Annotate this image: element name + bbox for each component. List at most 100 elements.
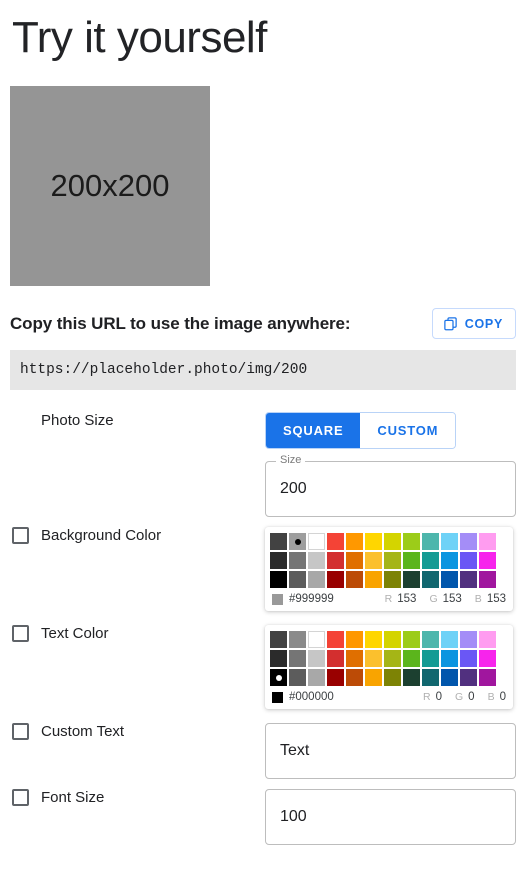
background-color-swatch[interactable]: [365, 533, 382, 550]
background-color-swatch[interactable]: [441, 552, 458, 569]
text-color-checkbox[interactable]: [12, 625, 29, 642]
text-color-swatch[interactable]: [289, 631, 306, 648]
toggle-custom[interactable]: CUSTOM: [360, 413, 456, 448]
text-color-swatch[interactable]: [346, 650, 363, 667]
text-color-swatch[interactable]: [270, 650, 287, 667]
text-color-swatch[interactable]: [422, 631, 439, 648]
text-color-swatch[interactable]: [460, 669, 477, 686]
custom-text-checkbox[interactable]: [12, 723, 29, 740]
background-color-swatch[interactable]: [327, 571, 344, 588]
background-color-swatch[interactable]: [460, 552, 477, 569]
background-color-swatch[interactable]: [289, 571, 306, 588]
font-size-checkbox[interactable]: [12, 789, 29, 806]
toggle-square[interactable]: SQUARE: [266, 413, 361, 448]
background-color-swatch[interactable]: [441, 571, 458, 588]
size-field[interactable]: Size 200: [265, 455, 516, 517]
background-color-checkbox[interactable]: [12, 527, 29, 544]
background-color-swatch[interactable]: [308, 533, 325, 550]
background-color-swatch[interactable]: [422, 552, 439, 569]
background-color-swatch[interactable]: [270, 533, 287, 550]
text-color-swatch[interactable]: [289, 650, 306, 667]
text-color-swatch[interactable]: [460, 631, 477, 648]
text-color-swatch[interactable]: [346, 631, 363, 648]
text-color-swatch[interactable]: [270, 669, 287, 686]
background-color-swatch[interactable]: [460, 533, 477, 550]
font-size-field[interactable]: 100: [265, 789, 516, 845]
text-color-swatch[interactable]: [289, 669, 306, 686]
background-color-swatch[interactable]: [479, 552, 496, 569]
text-color-swatch[interactable]: [327, 631, 344, 648]
text-color-swatch[interactable]: [327, 669, 344, 686]
text-color-swatch[interactable]: [479, 631, 496, 648]
image-url-text[interactable]: https://placeholder.photo/img/200: [10, 350, 516, 390]
text-color-swatch[interactable]: [308, 669, 325, 686]
background-color-swatch[interactable]: [403, 571, 420, 588]
row-background-color: Background Color #999999 R 153 G 153 B 1…: [10, 527, 516, 625]
text-color-label: Text Color: [41, 625, 109, 642]
text-color-swatch[interactable]: [403, 631, 420, 648]
background-color-swatch[interactable]: [384, 552, 401, 569]
text-color-swatch[interactable]: [365, 669, 382, 686]
text-color-swatch[interactable]: [422, 650, 439, 667]
text-color-swatch[interactable]: [384, 669, 401, 686]
text-color-picker[interactable]: #000000 R 0 G 0 B 0: [265, 625, 513, 709]
text-color-swatch[interactable]: [327, 650, 344, 667]
custom-text-label: Custom Text: [41, 723, 125, 740]
background-color-swatch[interactable]: [403, 552, 420, 569]
text-color-swatch[interactable]: [441, 631, 458, 648]
background-color-swatch[interactable]: [346, 552, 363, 569]
text-color-swatch[interactable]: [441, 669, 458, 686]
text-color-swatch[interactable]: [308, 631, 325, 648]
background-color-swatch[interactable]: [270, 552, 287, 569]
background-color-swatch[interactable]: [384, 571, 401, 588]
text-color-left: Text Color: [10, 625, 265, 642]
background-color-swatch[interactable]: [403, 533, 420, 550]
background-color-swatch[interactable]: [365, 552, 382, 569]
background-color-swatch[interactable]: [289, 533, 306, 550]
text-color-swatch[interactable]: [365, 650, 382, 667]
text-color-swatch[interactable]: [384, 650, 401, 667]
custom-text-field[interactable]: Text: [265, 723, 516, 779]
text-color-swatch[interactable]: [460, 650, 477, 667]
background-color-swatch[interactable]: [422, 533, 439, 550]
background-color-swatch[interactable]: [460, 571, 477, 588]
background-color-swatch[interactable]: [270, 571, 287, 588]
background-color-swatch[interactable]: [346, 571, 363, 588]
text-g-key: G: [455, 691, 464, 703]
text-color-swatch[interactable]: [479, 669, 496, 686]
background-color-swatch[interactable]: [346, 533, 363, 550]
background-color-g: G 153: [429, 593, 461, 605]
background-color-swatch[interactable]: [308, 571, 325, 588]
background-color-swatch[interactable]: [479, 533, 496, 550]
row-text-color: Text Color #000000 R 0 G 0 B 0: [10, 625, 516, 723]
text-color-swatch[interactable]: [403, 669, 420, 686]
text-color-swatch[interactable]: [365, 631, 382, 648]
background-color-swatch[interactable]: [289, 552, 306, 569]
background-color-left: Background Color: [10, 527, 265, 544]
background-color-swatch[interactable]: [327, 533, 344, 550]
text-color-swatch[interactable]: [422, 669, 439, 686]
font-size-controls: 100: [265, 789, 516, 855]
background-color-swatch[interactable]: [308, 552, 325, 569]
background-color-swatch[interactable]: [384, 533, 401, 550]
background-color-swatch[interactable]: [365, 571, 382, 588]
background-color-swatch[interactable]: [327, 552, 344, 569]
text-r-value: 0: [435, 691, 442, 703]
font-size-input[interactable]: 100: [280, 808, 307, 826]
text-color-swatch[interactable]: [308, 650, 325, 667]
background-color-swatch-row: [270, 533, 508, 550]
text-color-swatch[interactable]: [441, 650, 458, 667]
text-color-readout: #000000 R 0 G 0 B 0: [270, 691, 508, 705]
background-color-swatch[interactable]: [422, 571, 439, 588]
copy-button[interactable]: COPY: [431, 308, 516, 339]
text-color-swatch[interactable]: [384, 631, 401, 648]
text-color-swatch[interactable]: [346, 669, 363, 686]
custom-text-input[interactable]: Text: [280, 742, 309, 760]
text-color-swatch[interactable]: [403, 650, 420, 667]
size-input[interactable]: 200: [280, 480, 307, 498]
background-color-swatch[interactable]: [441, 533, 458, 550]
background-color-picker[interactable]: #999999 R 153 G 153 B 153: [265, 527, 513, 611]
background-color-swatch[interactable]: [479, 571, 496, 588]
text-color-swatch[interactable]: [270, 631, 287, 648]
text-color-swatch[interactable]: [479, 650, 496, 667]
